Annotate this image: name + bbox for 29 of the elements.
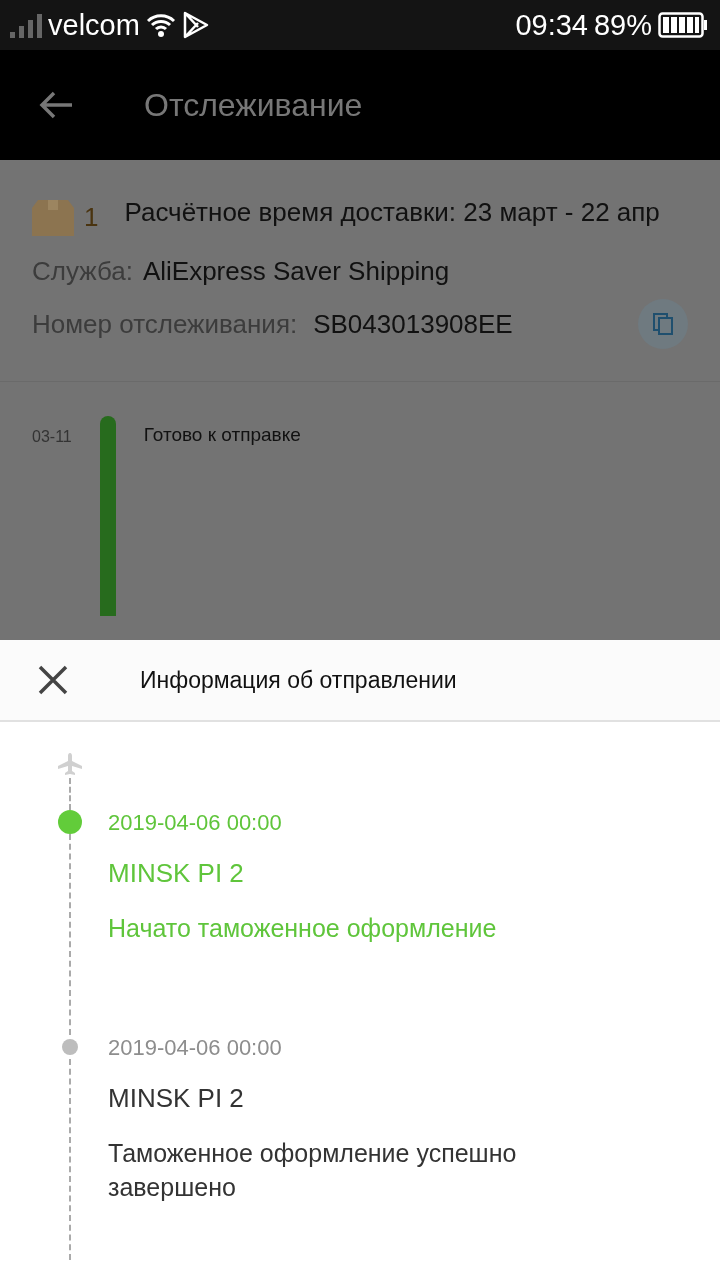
event-status: Таможенное оформление успешно завершено [108,1138,518,1203]
carrier-name: velcom [48,8,140,42]
play-store-icon [181,11,210,39]
airplane-icon [57,752,83,778]
event-location: MINSK PI 2 [108,1083,245,1114]
event-status: Начато таможенное оформление [108,913,497,944]
back-arrow-icon[interactable] [38,90,74,120]
service-label: Служба: [32,256,133,287]
timeline-date: 03-11 [32,428,72,447]
copy-icon [652,312,674,336]
event-datetime: 2019-04-06 00:00 [108,1035,283,1061]
battery-icon [658,12,708,38]
event-datetime: 2019-04-06 00:00 [108,810,283,836]
wifi-icon [145,12,176,38]
clock: 09:34 [515,8,588,42]
signal-icon [10,12,42,38]
page-title: Отслеживание [144,86,363,124]
tracking-number: SB043013908EE [313,308,513,340]
package-count: 1 [84,202,99,233]
timeline-status: Готово к отправке [143,424,301,447]
close-button[interactable] [38,665,68,695]
sheet-title: Информация об отправлении [140,666,457,694]
close-icon [38,665,68,695]
delivery-estimate: Расчётное время доставки: 23 март - 22 апр [124,196,661,229]
battery-percent: 89% [593,8,652,42]
package-icon [32,200,74,236]
tracking-label: Номер отслеживания: [32,308,298,340]
event-location: MINSK PI 2 [108,858,245,889]
service-name: AliExpress Saver Shipping [142,256,450,287]
